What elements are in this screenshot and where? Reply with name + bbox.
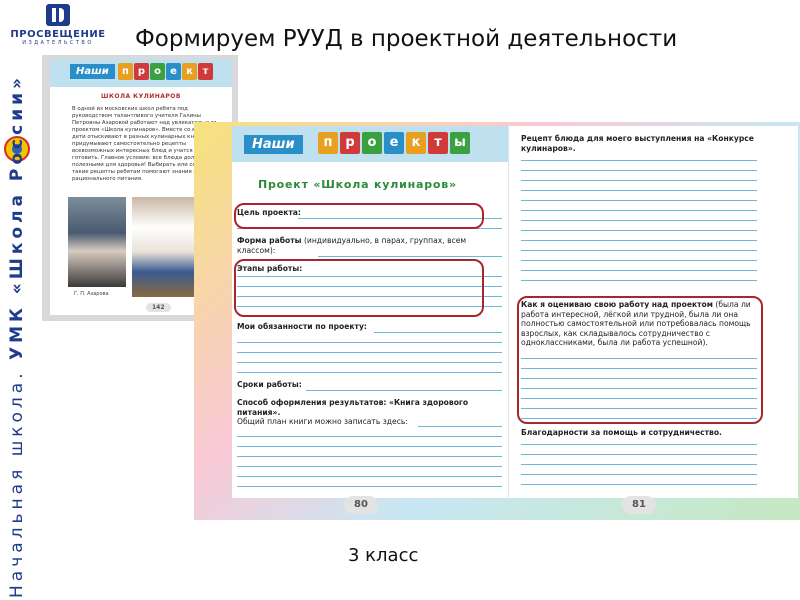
recipe-line[interactable] <box>521 200 757 201</box>
letter: ы <box>450 132 470 154</box>
workbook-page-left: Наши п р о е к т ы Проект «Школа кулинар… <box>232 126 508 514</box>
recipe-line[interactable] <box>521 270 757 271</box>
duties-line[interactable] <box>237 352 502 353</box>
thanks-label: Благодарности за помощь и сотрудничество… <box>521 428 722 437</box>
workbook-page-right: Рецепт блюда для моего выступления на «К… <box>508 126 798 514</box>
deadline-label: Сроки работы: <box>237 380 302 389</box>
recipe-line[interactable] <box>521 170 757 171</box>
thanks-line[interactable] <box>521 454 757 455</box>
letter: е <box>384 132 404 154</box>
letter: т <box>198 63 213 80</box>
highlight-goal <box>234 203 484 229</box>
letter: т <box>428 132 448 154</box>
thanks-line[interactable] <box>521 484 757 485</box>
letter: п <box>318 132 338 154</box>
recipe-line[interactable] <box>521 240 757 241</box>
duties-line[interactable] <box>237 342 502 343</box>
plan-line[interactable] <box>237 456 502 457</box>
publisher-emblem-icon <box>46 4 70 26</box>
side-banner-light: Начальная школа. <box>7 369 27 598</box>
logo-subtitle: ИЗДАТЕЛЬСТВО <box>22 40 94 46</box>
duties-line[interactable] <box>374 332 502 333</box>
plan-line[interactable] <box>237 486 502 487</box>
slide-title: Формируем РУУД в проектной деятельности <box>135 26 678 52</box>
small-page-number: 142 <box>146 303 171 312</box>
thanks-line[interactable] <box>521 444 757 445</box>
small-header-letters: п р о е к т <box>118 63 213 80</box>
publisher-logo: ПРОСВЕЩЕНИЕ ИЗДАТЕЛЬСТВО <box>8 4 108 50</box>
plan-line[interactable] <box>237 446 502 447</box>
recipe-line[interactable] <box>521 220 757 221</box>
letter: п <box>118 63 133 80</box>
left-page-number: 80 <box>344 496 378 514</box>
photo-caption: Г. П. Азарова <box>74 291 109 297</box>
letter: р <box>134 63 149 80</box>
spread-header-letters: п р о е к т ы <box>318 132 470 154</box>
thanks-line[interactable] <box>521 474 757 475</box>
spread-header: Наши п р о е к т ы <box>232 126 508 162</box>
grade-label: 3 класс <box>348 545 419 566</box>
logo-name: ПРОСВЕЩЕНИЕ <box>10 29 106 40</box>
highlight-stages <box>234 259 484 317</box>
letter: р <box>340 132 360 154</box>
workbook-spread: Наши п р о е к т ы Проект «Школа кулинар… <box>194 122 800 520</box>
letter: к <box>182 63 197 80</box>
plan-line[interactable] <box>237 466 502 467</box>
side-banner-strong: УМК «Школа России» <box>7 73 27 360</box>
recipe-line[interactable] <box>521 250 757 251</box>
letter: о <box>362 132 382 154</box>
form-label: Форма работы <box>237 236 302 245</box>
small-header-label: Наши <box>70 64 115 79</box>
plan-line[interactable] <box>237 476 502 477</box>
letter: к <box>406 132 426 154</box>
letter: е <box>166 63 181 80</box>
format-label: Способ оформления результатов: «Книга зд… <box>237 398 469 417</box>
thanks-line[interactable] <box>521 464 757 465</box>
recipe-line[interactable] <box>521 210 757 211</box>
recipe-line[interactable] <box>521 260 757 261</box>
form-field: Форма работы (индивидуально, в парах, гр… <box>237 236 503 255</box>
recipe-line[interactable] <box>521 230 757 231</box>
recipe-line[interactable] <box>521 280 757 281</box>
side-banner-text: Начальная школа. УМК «Школа России» <box>0 60 34 600</box>
recipe-label: Рецепт блюда для моего выступления на «К… <box>521 134 754 153</box>
plan-line[interactable] <box>418 426 502 427</box>
spread-header-label: Наши <box>244 135 303 154</box>
slide: ПРОСВЕЩЕНИЕ ИЗДАТЕЛЬСТВО Формируем РУУД … <box>0 0 800 600</box>
recipe-line[interactable] <box>521 180 757 181</box>
deadline-line[interactable] <box>306 390 502 391</box>
letter: о <box>150 63 165 80</box>
form-line[interactable] <box>318 256 502 257</box>
small-page-heading: ШКОЛА КУЛИНАРОВ <box>101 93 181 100</box>
recipe-line[interactable] <box>521 190 757 191</box>
duties-line[interactable] <box>237 362 502 363</box>
plan-text: Общий план книги можно записать здесь: <box>237 417 408 426</box>
small-page-header: Наши п р о е к т <box>50 59 232 87</box>
project-title: Проект «Школа кулинаров» <box>258 178 457 191</box>
highlight-evaluation <box>517 296 763 424</box>
recipe-line[interactable] <box>521 160 757 161</box>
duties-label: Мои обязанности по проекту: <box>237 322 367 331</box>
teacher-photo <box>68 197 126 287</box>
right-page-number: 81 <box>622 496 656 514</box>
duties-line[interactable] <box>237 372 502 373</box>
plan-line[interactable] <box>237 436 502 437</box>
